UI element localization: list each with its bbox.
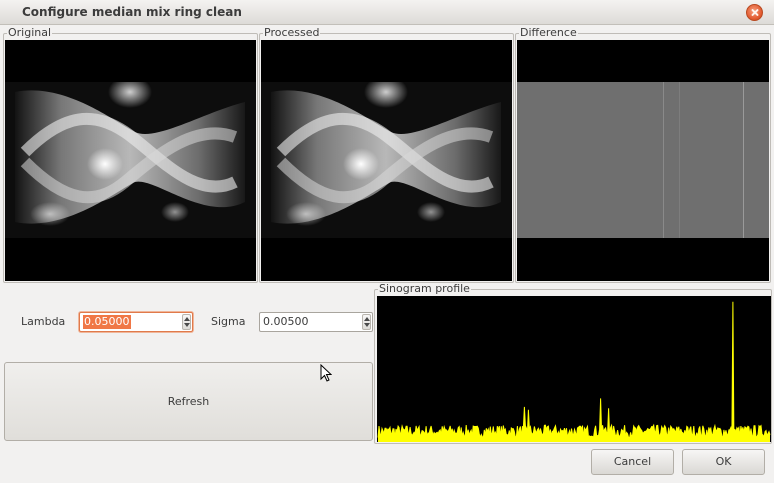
spin-down-icon[interactable] [364,323,370,327]
profile-panel: Sinogram profile [374,283,772,444]
spin-down-icon[interactable] [184,323,190,327]
close-icon[interactable] [746,4,763,21]
profile-label: Sinogram profile [378,282,471,295]
difference-image [517,40,769,281]
processed-sinogram [261,82,512,238]
difference-band [517,82,769,238]
title-bar: Configure median mix ring clean [0,0,774,25]
original-label: Original [7,26,53,39]
original-panel: Original [3,27,258,283]
original-sinogram [5,82,256,238]
cancel-button[interactable]: Cancel [591,449,674,475]
sigma-spinbox[interactable]: 0.00500 [259,312,373,332]
difference-stripe [663,82,664,238]
mouse-pointer-icon [320,364,332,382]
refresh-button[interactable]: Refresh [4,362,373,441]
difference-label: Difference [519,26,578,39]
window-title: Configure median mix ring clean [22,5,242,19]
profile-plot [377,296,771,442]
profile-chart [377,296,771,442]
sigma-value[interactable]: 0.00500 [263,315,309,329]
spin-up-icon[interactable] [184,317,190,321]
ok-button[interactable]: OK [682,449,765,475]
lambda-spin-arrows[interactable] [182,314,191,330]
processed-image [261,40,512,281]
processed-panel: Processed [259,27,514,283]
lambda-label: Lambda [21,315,66,328]
original-image [5,40,256,281]
lambda-value[interactable]: 0.05000 [83,315,131,329]
spin-up-icon[interactable] [364,317,370,321]
plot-background [377,296,771,442]
sigma-spin-arrows[interactable] [362,314,371,330]
lambda-spinbox[interactable]: 0.05000 [79,312,193,332]
difference-stripe [743,82,744,238]
difference-panel: Difference [515,27,771,283]
processed-label: Processed [263,26,321,39]
sigma-label: Sigma [211,315,246,328]
difference-stripe [679,82,680,238]
